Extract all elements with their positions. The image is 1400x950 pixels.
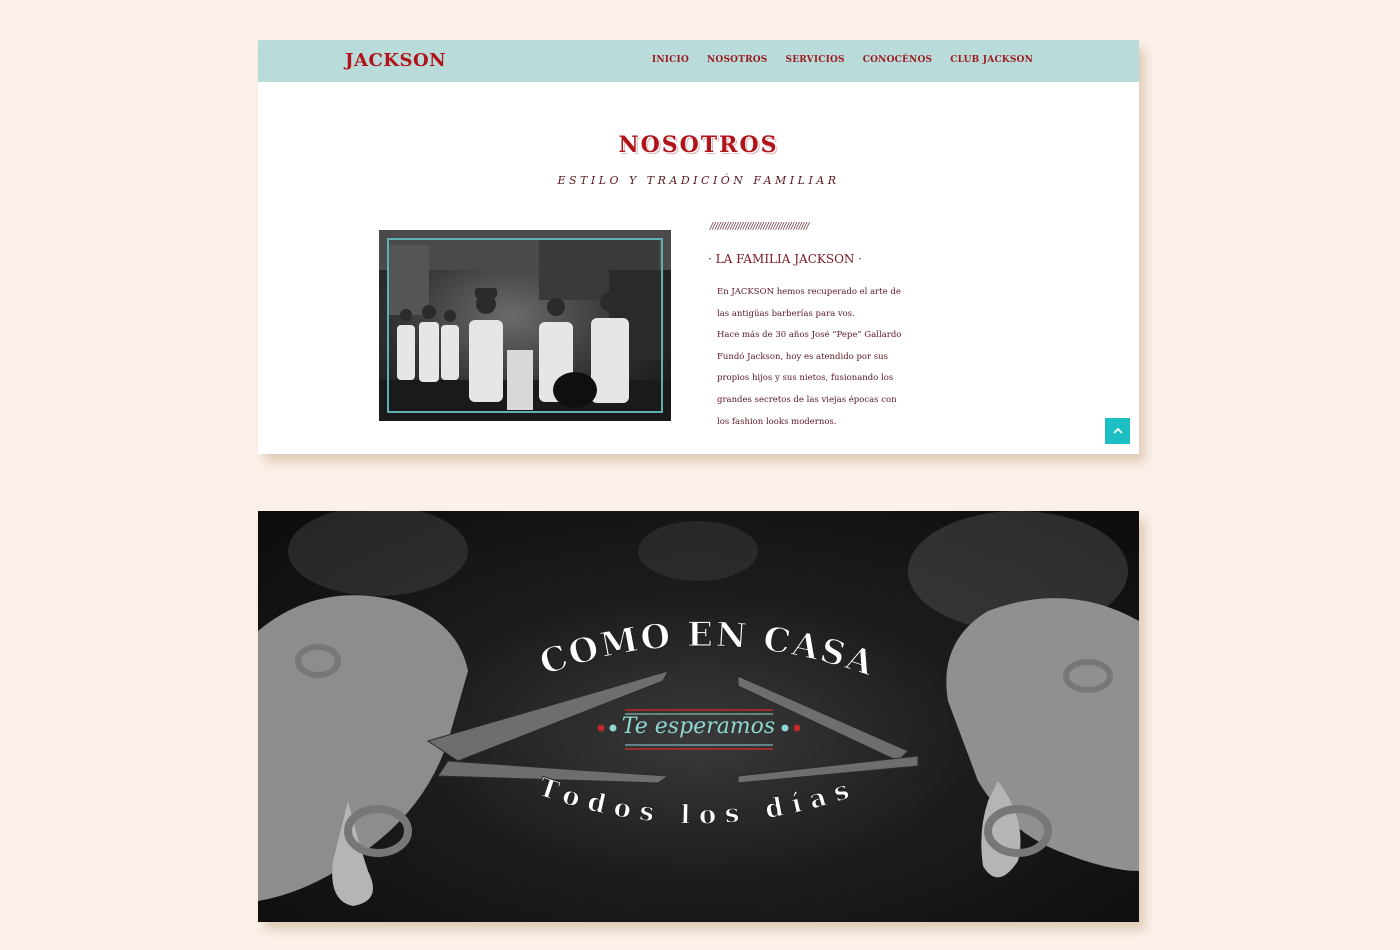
description-line: Fundó Jackson, hoy es atendido por sus (717, 351, 888, 362)
description-line: Hace más de 30 años José “Pepe” Gallardo (717, 330, 902, 341)
nav-item-inicio[interactable]: INICIO (652, 55, 689, 65)
arc-top-text: COMO EN CASA (535, 615, 881, 685)
section-subtitle: ESTILO Y TRADICIÓN FAMILIAR (557, 174, 840, 187)
description-line: En JACKSON hemos recuperado el arte de (717, 287, 901, 297)
description-line: los fashion looks modernos. (717, 416, 837, 427)
description-line: grandes secretos de las viejas épocas co… (717, 394, 897, 405)
description-line: las antigüas barberías para vos. (717, 308, 855, 319)
about-section-card: JACKSON INICIO NOSOTROS SERVICIOS CONOCÉ… (258, 40, 1139, 454)
family-description: En JACKSON hemos recuperado el arte de l… (717, 282, 907, 433)
scroll-to-top-button[interactable] (1105, 418, 1130, 444)
nav-item-conocenos[interactable]: CONOCÉNOS (863, 55, 932, 65)
nav-item-nosotros[interactable]: NOSOTROS (707, 55, 768, 65)
decorative-divider: /////////////////////////////////////// (710, 222, 809, 232)
banner-middle-text: Te esperamos (621, 714, 776, 739)
left-hand-shape (258, 595, 468, 901)
section-title: NOSOTROS (618, 132, 779, 158)
chevron-up-icon (1112, 427, 1123, 434)
nav-item-club-jackson[interactable]: CLUB JACKSON (950, 55, 1033, 65)
site-logo[interactable]: JACKSON (345, 50, 446, 71)
description-line: propios hijos y sus nietos, fusionando l… (717, 373, 894, 384)
photo-frame (387, 238, 663, 413)
barbers-team-photo (379, 230, 671, 421)
welcome-banner: COMO EN CASA Todos los días Te esperamos (258, 511, 1139, 922)
family-heading: · LA FAMILIA JACKSON · (708, 252, 863, 266)
arc-bottom-text: Todos los días (534, 772, 861, 830)
nav-item-servicios[interactable]: SERVICIOS (786, 55, 845, 65)
main-nav: INICIO NOSOTROS SERVICIOS CONOCÉNOS CLUB… (652, 55, 1033, 65)
top-navbar: JACKSON INICIO NOSOTROS SERVICIOS CONOCÉ… (258, 40, 1139, 82)
